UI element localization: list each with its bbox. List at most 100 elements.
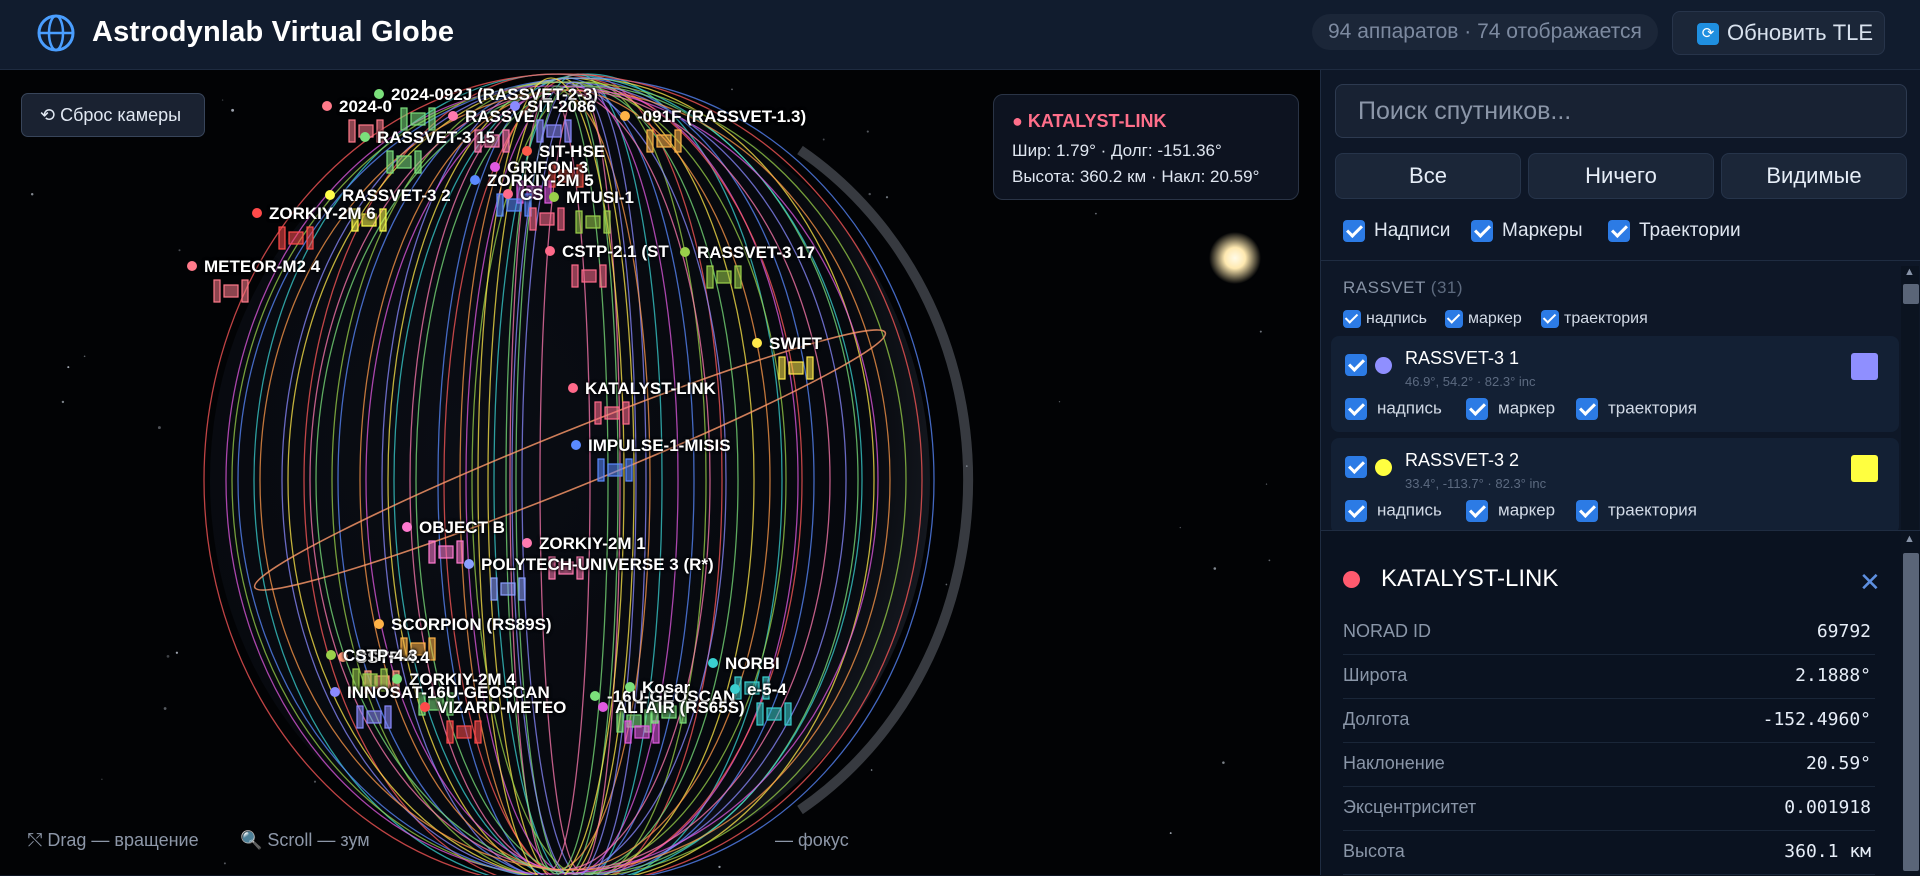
sat-track-checkbox[interactable] bbox=[1576, 500, 1598, 522]
group-track-toggle[interactable]: траектория bbox=[1541, 310, 1648, 328]
star bbox=[718, 865, 721, 869]
sat-label-checkbox[interactable] bbox=[1345, 500, 1367, 522]
satellite-label[interactable]: RASSVET-3 17 bbox=[680, 243, 815, 263]
star bbox=[1213, 567, 1217, 570]
select-visible-button[interactable]: Видимые bbox=[1721, 153, 1907, 199]
satellite-label-text: Kosar bbox=[642, 678, 691, 697]
satellite-label[interactable]: 2024-0 bbox=[322, 97, 392, 117]
sat-label-checkbox[interactable] bbox=[1345, 398, 1367, 420]
satellite-label[interactable]: POLYTECH-UNIVERSE 3 (R*) bbox=[464, 555, 714, 575]
tracks-checkbox[interactable] bbox=[1608, 220, 1630, 242]
star bbox=[868, 192, 871, 196]
satellite-label[interactable]: e-5-4 bbox=[730, 680, 787, 700]
hint-scroll: 🔍 Scroll — зум bbox=[240, 830, 370, 850]
scroll-up-icon[interactable]: ▲ bbox=[1904, 266, 1915, 278]
list-scroll-thumb[interactable] bbox=[1903, 284, 1919, 304]
satellite-label[interactable]: METEOR-M2 4 bbox=[187, 257, 320, 277]
detail-scroll-up-icon[interactable]: ▲ bbox=[1904, 533, 1915, 545]
satellite-label[interactable]: RASSVET-3 15 bbox=[360, 128, 495, 148]
group-label-toggle[interactable]: надпись bbox=[1343, 310, 1427, 328]
satellite-label[interactable]: MTUSI-1 bbox=[549, 188, 634, 208]
sat-label-toggle[interactable]: надпись bbox=[1345, 398, 1442, 420]
sat-color-swatch[interactable] bbox=[1851, 455, 1878, 482]
sat-track-toggle[interactable]: траектория bbox=[1576, 500, 1697, 522]
select-all-button[interactable]: Все bbox=[1335, 153, 1521, 199]
reset-camera-button[interactable]: ⟲ Сброс камеры bbox=[21, 93, 205, 137]
sat-marker-checkbox[interactable] bbox=[1466, 500, 1488, 522]
satellite-label[interactable]: ZORKIY-2M 6 bbox=[252, 204, 376, 224]
satellite-label[interactable]: NORBI bbox=[708, 654, 780, 674]
star bbox=[870, 769, 873, 771]
satellite-dot-icon bbox=[522, 146, 532, 156]
sat-marker-checkbox[interactable] bbox=[1466, 398, 1488, 420]
sat-marker-toggle[interactable]: маркер bbox=[1466, 398, 1555, 420]
satellite-label[interactable]: RASSVET-3 2 bbox=[325, 186, 451, 206]
satellite-label[interactable]: KATALYST-LINK bbox=[568, 379, 716, 399]
satellite-label-text: ZORKIY-2M 6 bbox=[269, 204, 376, 223]
markers-checkbox[interactable] bbox=[1471, 220, 1493, 242]
close-icon[interactable]: ✕ bbox=[1859, 567, 1881, 598]
detail-value: 69792 bbox=[1816, 621, 1871, 642]
satellite-label[interactable]: CS bbox=[503, 185, 544, 205]
sat-track-toggle[interactable]: траектория bbox=[1576, 398, 1697, 420]
satellite-search-input[interactable] bbox=[1335, 84, 1907, 138]
satellite-label[interactable]: IMPULSE-1-MISIS bbox=[571, 436, 731, 456]
sat-marker-text: маркер bbox=[1498, 398, 1556, 418]
list-scrollbar[interactable] bbox=[1901, 266, 1919, 530]
satellite-label-text: NORBI bbox=[725, 654, 780, 673]
satellite-dot-icon bbox=[470, 175, 480, 185]
satellite-dot-icon bbox=[330, 687, 340, 697]
detail-scroll-thumb[interactable] bbox=[1903, 553, 1919, 871]
refresh-tle-button[interactable]: ⟳ Обновить TLE bbox=[1672, 11, 1885, 55]
sat-color-swatch[interactable] bbox=[1851, 353, 1878, 380]
satellite-label[interactable]: SCORPION (RS89S) bbox=[374, 615, 552, 635]
select-none-button[interactable]: Ничего bbox=[1528, 153, 1714, 199]
labels-checkbox[interactable] bbox=[1343, 220, 1365, 242]
group-marker-toggle[interactable]: маркер bbox=[1445, 310, 1522, 328]
group-marker-checkbox[interactable] bbox=[1445, 310, 1463, 328]
satellite-label[interactable]: SIT-2086 bbox=[510, 97, 596, 117]
sat-visible-checkbox[interactable] bbox=[1345, 456, 1367, 478]
satellite-label[interactable]: CSTP-2.1 (ST bbox=[545, 242, 669, 262]
satellite-label[interactable]: -091F (RASSVET-1.3) bbox=[620, 107, 806, 127]
markers-toggle-label: Маркеры bbox=[1502, 220, 1583, 242]
satellite-card[interactable]: RASSVET-3 2 33.4°, -113.7° · 82.3° inc н… bbox=[1331, 438, 1899, 534]
detail-value: 360.1 км bbox=[1784, 841, 1871, 862]
star bbox=[1259, 330, 1262, 333]
satellite-label[interactable]: ZORKIY-2M 1 bbox=[522, 534, 646, 554]
satellite-dot-icon bbox=[510, 101, 520, 111]
satellite-label[interactable]: ALTAIR (RS65S) bbox=[598, 698, 745, 718]
satellite-label-text: RASSVET-3 15 bbox=[377, 128, 496, 147]
globe-viewport[interactable]: ⟲ Сброс камеры ● KATALYST-LINK Шир: 1.79… bbox=[0, 70, 1320, 875]
group-label-checkbox[interactable] bbox=[1343, 310, 1361, 328]
group-track-checkbox[interactable] bbox=[1541, 310, 1559, 328]
satellite-label[interactable]: VIZARD-METEO bbox=[420, 698, 566, 718]
toggle-markers[interactable]: Маркеры bbox=[1471, 220, 1583, 242]
sat-name: RASSVET-3 2 bbox=[1405, 450, 1520, 470]
tracks-toggle-label: Траектории bbox=[1639, 220, 1741, 242]
sat-marker-toggle[interactable]: маркер bbox=[1466, 500, 1555, 522]
satellite-label[interactable]: Kosar bbox=[625, 678, 690, 698]
sat-visible-checkbox[interactable] bbox=[1345, 354, 1367, 376]
hover-sat-alt: Высота: 360.2 км · Накл: 20.59° bbox=[1012, 167, 1260, 186]
satellite-count-badge: 94 аппаратов · 74 отображается bbox=[1312, 14, 1658, 50]
sat-name: RASSVET-3 1 bbox=[1405, 348, 1520, 368]
satellite-dot-icon bbox=[464, 559, 474, 569]
satellite-label[interactable]: SWIFT bbox=[752, 334, 822, 354]
star bbox=[1265, 483, 1268, 485]
sat-color-dot bbox=[1375, 459, 1392, 476]
sat-track-checkbox[interactable] bbox=[1576, 398, 1598, 420]
satellite-icon[interactable] bbox=[213, 279, 249, 303]
refresh-tle-label: Обновить TLE bbox=[1727, 20, 1874, 45]
satellite-label-text: CS bbox=[520, 185, 544, 204]
toggle-labels[interactable]: Надписи bbox=[1343, 220, 1450, 242]
satellite-dot-icon bbox=[402, 522, 412, 532]
sat-label-toggle[interactable]: надпись bbox=[1345, 500, 1442, 522]
toggle-tracks[interactable]: Траектории bbox=[1608, 220, 1741, 242]
satellite-card[interactable]: RASSVET-3 1 46.9°, 54.2° · 82.3° inc над… bbox=[1331, 336, 1899, 432]
satellite-label[interactable]: CSTP-4.3 bbox=[326, 646, 418, 666]
satellite-label-text: RASSVET-3 17 bbox=[697, 243, 816, 262]
globe-icon bbox=[37, 14, 75, 52]
star bbox=[231, 108, 235, 112]
satellite-label[interactable]: OBJECT B bbox=[402, 518, 505, 538]
